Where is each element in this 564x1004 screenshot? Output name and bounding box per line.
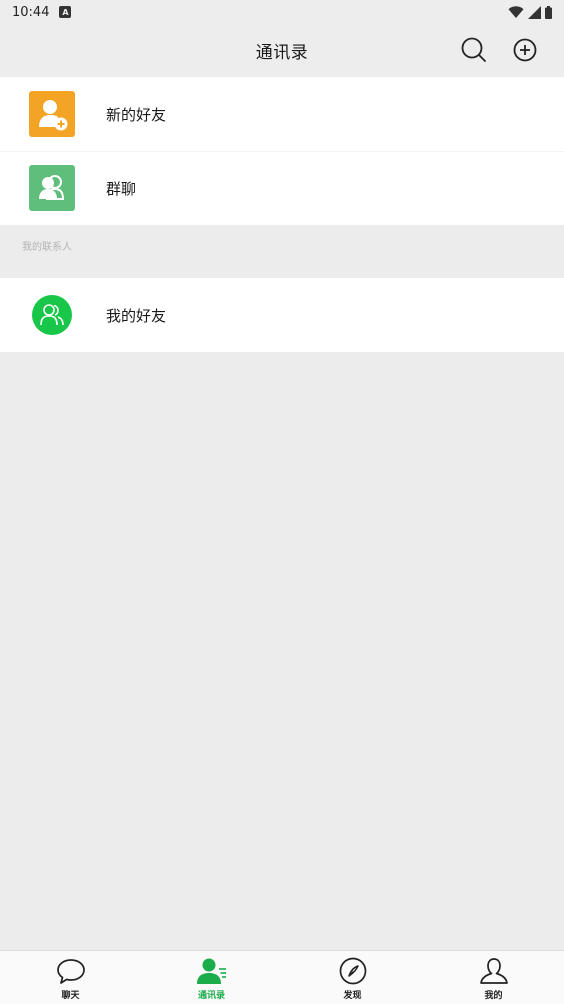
add-button[interactable] bbox=[509, 34, 541, 66]
friends-icon bbox=[32, 295, 72, 335]
top-list: 新的好友 群聊 bbox=[0, 77, 564, 225]
status-left: 10:44 A bbox=[12, 4, 72, 20]
bottom-tab-bar: 聊天 通讯录 发现 我的 bbox=[0, 950, 564, 1004]
wifi-icon bbox=[508, 5, 524, 18]
tab-label: 聊天 bbox=[61, 991, 80, 1001]
tab-label: 通讯录 bbox=[197, 991, 225, 1001]
signal-icon bbox=[528, 5, 541, 19]
battery-icon bbox=[545, 5, 552, 19]
list-item-label: 新的好友 bbox=[106, 105, 167, 124]
status-bar: 10:44 A bbox=[0, 0, 564, 24]
status-right bbox=[508, 5, 552, 19]
list-item-my-friends[interactable]: 我的好友 bbox=[0, 278, 564, 352]
tab-contacts[interactable]: 通讯录 bbox=[141, 951, 282, 1004]
plus-circle-icon bbox=[513, 38, 537, 62]
list-item-label: 群聊 bbox=[106, 179, 137, 198]
list-item-label: 我的好友 bbox=[106, 306, 167, 325]
friends-list: 我的好友 bbox=[0, 278, 564, 352]
page-title: 通讯录 bbox=[255, 42, 309, 63]
tab-label: 发现 bbox=[343, 991, 362, 1001]
list-item-group-chat[interactable]: 群聊 bbox=[0, 151, 564, 225]
notification-a-icon: A bbox=[59, 6, 72, 18]
section-header-my-contacts: 我的联系人 bbox=[22, 242, 72, 253]
search-icon bbox=[461, 37, 486, 62]
search-button[interactable] bbox=[458, 34, 490, 66]
person-icon bbox=[479, 956, 509, 986]
compass-icon bbox=[338, 956, 368, 986]
status-time: 10:44 bbox=[12, 4, 50, 20]
tab-label: 我的 bbox=[484, 991, 503, 1001]
add-friend-icon bbox=[29, 91, 75, 137]
tab-chat[interactable]: 聊天 bbox=[0, 951, 141, 1004]
tab-discover[interactable]: 发现 bbox=[282, 951, 423, 1004]
group-chat-icon bbox=[29, 165, 75, 211]
contacts-icon bbox=[196, 956, 228, 986]
header: 通讯录 bbox=[0, 24, 564, 76]
tab-me[interactable]: 我的 bbox=[423, 951, 564, 1004]
list-item-new-friends[interactable]: 新的好友 bbox=[0, 77, 564, 151]
chat-bubble-icon bbox=[56, 956, 86, 986]
